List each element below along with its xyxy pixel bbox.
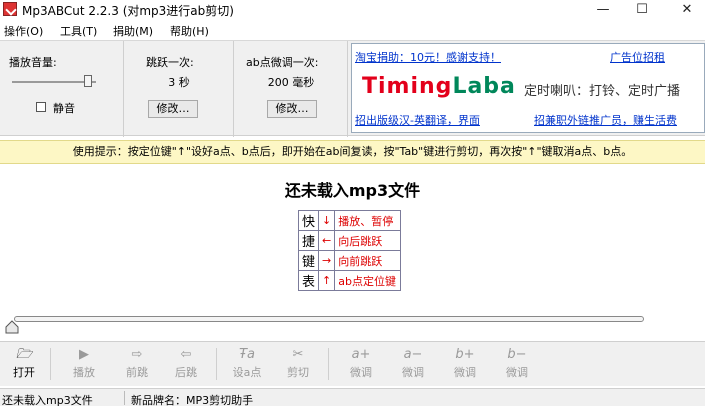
shortcut-header-char: 捷: [297, 230, 320, 251]
a-plus-icon: a+: [351, 347, 371, 362]
ad-slogan[interactable]: 定时喇叭：打铃、定时广播: [524, 80, 680, 99]
menu-operate[interactable]: 操作(O): [4, 23, 43, 39]
volume-group: 播放音量: 静音: [0, 41, 124, 137]
close-button[interactable]: ✕: [665, 0, 705, 20]
table-row: 表 ↑ ab点定位键: [297, 270, 402, 291]
b-plus-icon: b+: [455, 347, 475, 362]
toolbar-separator: [216, 348, 217, 380]
app-icon: [3, 2, 17, 16]
toolbar-separator: [50, 348, 51, 380]
tool-label: 剪切: [287, 366, 309, 379]
mute-label: 静音: [53, 102, 75, 115]
set-point-icon: Ŧa: [239, 347, 255, 362]
ab-adjust-modify-button[interactable]: 修改…: [267, 100, 317, 118]
play-button[interactable]: ▶ 播放: [60, 346, 108, 382]
mute-checkbox[interactable]: [36, 102, 46, 112]
set-a-point-button[interactable]: Ŧa 设a点: [223, 346, 271, 382]
jump-forward-button[interactable]: ⇨ 前跳: [113, 346, 161, 382]
logo-part1: Timing: [362, 74, 453, 99]
tool-label: 设a点: [232, 366, 262, 379]
tool-label: 微调: [454, 366, 476, 379]
toolbar: 🗁 打开 ▶ 播放 ⇨ 前跳 ⇦ 后跳 Ŧa 设a点 ✂ 剪切 a+ 微调 a− 微调 b+ 微调…: [0, 342, 705, 386]
tool-label: 微调: [506, 366, 528, 379]
shortcut-key: ↓: [318, 210, 336, 231]
donate-link[interactable]: 淘宝捐助：10元！感谢支持！: [355, 49, 501, 65]
ad-rent-link[interactable]: 广告位招租: [610, 49, 665, 65]
shortcut-desc: ab点定位键: [334, 270, 402, 291]
a-minus-adjust-button[interactable]: a− 微调: [389, 346, 437, 382]
status-bar: 还未载入mp3文件 新品牌名：MP3剪切助手: [0, 388, 705, 407]
b-minus-icon: b−: [507, 347, 527, 362]
open-folder-icon: 🗁: [15, 347, 33, 362]
shortcut-desc: 向前跳跃: [334, 250, 402, 271]
ad-banner: 淘宝捐助：10元！感谢支持！ 广告位招租 TimingLaba 定时喇叭：打铃、…: [351, 43, 705, 133]
jump-value: 3 秒: [168, 76, 190, 89]
minimize-button[interactable]: —: [581, 0, 625, 20]
table-row: 键 → 向前跳跃: [297, 250, 402, 271]
tool-label: 微调: [350, 366, 372, 379]
shortcut-table: 快 ↓ 播放、暂停 捷 ← 向后跳跃 键 → 向前跳跃 表 ↑ ab点定位键: [297, 210, 402, 291]
tool-label: 打开: [13, 366, 35, 379]
playback-position-knob[interactable]: [5, 320, 19, 334]
playback-track[interactable]: [14, 316, 644, 322]
status-title: 还未载入mp3文件: [284, 181, 421, 200]
menu-donate[interactable]: 捐助(M): [113, 23, 153, 39]
ab-adjust-value: 200 毫秒: [267, 76, 315, 89]
menu-help[interactable]: 帮助(H): [170, 23, 209, 39]
menu-bar: 操作(O) 工具(T) 捐助(M) 帮助(H): [0, 20, 705, 38]
title-bar: Mp3ABCut 2.2.3 (对mp3进行ab剪切) — ☐ ✕: [0, 0, 705, 20]
volume-label: 播放音量:: [9, 56, 57, 69]
menu-tools[interactable]: 工具(T): [60, 23, 97, 39]
b-minus-adjust-button[interactable]: b− 微调: [493, 346, 541, 382]
timinglaba-logo[interactable]: TimingLaba: [362, 74, 516, 99]
translate-link[interactable]: 招出版级汉-英翻译，界面: [355, 112, 480, 128]
logo-part2: Laba: [452, 74, 516, 99]
scissors-icon: ✂: [292, 347, 304, 362]
a-plus-adjust-button[interactable]: a+ 微调: [337, 346, 385, 382]
tool-label: 微调: [402, 366, 424, 379]
back-arrow-icon: ⇦: [180, 347, 192, 362]
jump-label: 跳跃一次:: [146, 56, 194, 69]
window-title: Mp3ABCut 2.2.3 (对mp3进行ab剪切): [22, 4, 234, 18]
shortcut-desc: 向后跳跃: [334, 230, 402, 251]
play-icon: ▶: [79, 347, 89, 362]
ab-adjust-group: ab点微调一次: 200 毫秒 修改…: [234, 41, 348, 137]
promoter-link[interactable]: 招兼职外链推广员，赚生活费: [534, 112, 677, 128]
shortcut-header-char: 键: [297, 250, 320, 271]
tool-label: 后跳: [175, 366, 197, 379]
open-button[interactable]: 🗁 打开: [0, 346, 48, 382]
shortcut-key: ←: [318, 230, 336, 251]
b-plus-adjust-button[interactable]: b+ 微调: [441, 346, 489, 382]
usage-tip: 使用提示：按定位键"↑"设好a点、b点后，即开始在ab间复读，按"Tab"键进行…: [0, 140, 705, 164]
cut-button[interactable]: ✂ 剪切: [274, 346, 322, 382]
tool-label: 前跳: [126, 366, 148, 379]
shortcut-key: ↑: [318, 270, 336, 291]
shortcut-desc: 播放、暂停: [334, 210, 402, 231]
jump-modify-button[interactable]: 修改…: [148, 100, 198, 118]
shortcut-key: →: [318, 250, 336, 271]
table-row: 捷 ← 向后跳跃: [297, 230, 402, 251]
toolbar-separator: [328, 348, 329, 380]
a-minus-icon: a−: [403, 347, 423, 362]
forward-arrow-icon: ⇨: [131, 347, 143, 362]
tool-label: 播放: [73, 366, 95, 379]
table-row: 快 ↓ 播放、暂停: [297, 210, 402, 231]
jump-back-button[interactable]: ⇦ 后跳: [162, 346, 210, 382]
status-separator: [124, 391, 125, 405]
maximize-button[interactable]: ☐: [620, 0, 664, 20]
shortcut-header-char: 快: [297, 210, 320, 231]
volume-slider-knob[interactable]: [83, 75, 92, 87]
shortcut-header-char: 表: [297, 270, 320, 291]
jump-group: 跳跃一次: 3 秒 修改…: [124, 41, 234, 137]
ab-adjust-label: ab点微调一次:: [246, 56, 319, 69]
